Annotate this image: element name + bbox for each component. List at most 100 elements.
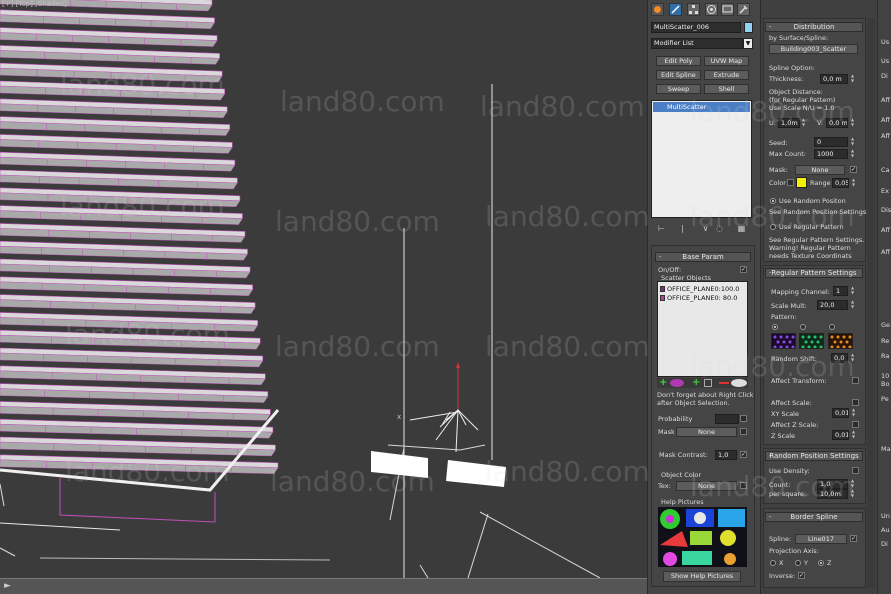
timeline-bar[interactable]: ►	[0, 578, 647, 594]
axis-x-radio[interactable]	[770, 560, 776, 566]
add-object-icon[interactable]: +	[659, 378, 668, 388]
xy-scale-field[interactable]: 0,01	[832, 408, 849, 418]
surface-button[interactable]: Building003_Scatter	[769, 44, 858, 54]
affect-z-scale-checkbox[interactable]	[852, 421, 859, 428]
list-icon[interactable]	[704, 379, 712, 387]
create-tab-icon[interactable]	[651, 3, 664, 16]
tex-checkbox[interactable]	[740, 482, 747, 489]
color-swatch[interactable]	[796, 177, 807, 188]
regular-pattern-header[interactable]: - Regular Pattern Settings	[765, 268, 863, 278]
play-arrow-icon[interactable]: ►	[4, 581, 11, 591]
seed-spinner[interactable]: ▲ ▼	[850, 136, 855, 147]
use-regular-pattern-radio[interactable]	[770, 224, 776, 230]
z-scale-spinner[interactable]: ▲ ▼	[851, 429, 856, 440]
count-field[interactable]: 1,0	[817, 479, 848, 489]
pin-stack-icon[interactable]: ⊢	[657, 224, 666, 233]
modifier-list-dropdown[interactable]: Modifier List	[651, 38, 743, 49]
u-spinner[interactable]: ▲ ▼	[801, 117, 806, 128]
use-density-checkbox[interactable]	[852, 467, 859, 474]
mask-button[interactable]: None	[676, 427, 737, 437]
utilities-tab-icon[interactable]	[737, 3, 750, 16]
pick-object-icon[interactable]	[670, 379, 684, 387]
panel-scrollbar[interactable]	[867, 18, 875, 588]
random-position-header[interactable]: - Random Position Settings	[765, 451, 863, 461]
list-item[interactable]: OFFICE_PLANE0: 80.0	[660, 294, 737, 302]
random-shift-field[interactable]: 0,0	[831, 353, 848, 363]
max-count-spinner[interactable]: ▲ ▼	[850, 148, 855, 159]
dropdown-arrow-icon[interactable]: ▼	[743, 38, 753, 49]
pattern-orange-swatch[interactable]	[828, 333, 853, 349]
display-tab-icon[interactable]	[721, 3, 734, 16]
hierarchy-tab-icon[interactable]	[687, 3, 700, 16]
thickness-spinner[interactable]: ▲ ▼	[850, 73, 855, 84]
remove-object-icon[interactable]	[719, 382, 729, 384]
affect-scale-checkbox[interactable]	[852, 399, 859, 406]
edit-spline-button[interactable]: Edit Spline	[656, 70, 701, 80]
show-object-icon[interactable]	[731, 379, 747, 387]
distribution-header[interactable]: - Distribution	[765, 22, 863, 32]
uvw-map-button[interactable]: UVW Map	[704, 56, 749, 66]
list-item[interactable]: OFFICE_PLANE0:100.0	[660, 285, 739, 293]
affect-transform-checkbox[interactable]	[852, 377, 859, 384]
edit-poly-button[interactable]: Edit Poly	[656, 56, 701, 66]
thickness-field[interactable]: 0,0 m	[820, 74, 848, 84]
pattern-green-swatch[interactable]	[799, 333, 824, 349]
pattern-purple-swatch[interactable]	[771, 333, 796, 349]
max-count-field[interactable]: 1000	[814, 149, 848, 159]
range-spinner[interactable]: ▲ ▼	[851, 177, 856, 188]
scatter-objects-list[interactable]: OFFICE_PLANE0:100.0 OFFICE_PLANE0: 80.0	[657, 281, 748, 377]
show-end-result-icon[interactable]: ∣	[678, 224, 687, 233]
scale-mult-field[interactable]: 20,0	[817, 300, 848, 310]
range-field[interactable]: 0,05	[832, 178, 849, 188]
probability-field[interactable]	[715, 414, 739, 424]
z-scale-field[interactable]: 0,01	[832, 430, 849, 440]
u-field[interactable]: 1,0m	[778, 118, 800, 128]
viewport-label[interactable]: [+] [Top] [Shaded]	[2, 0, 67, 8]
add-list-icon[interactable]: +	[692, 378, 701, 388]
show-help-pictures-button[interactable]: Show Help Pictures	[663, 571, 741, 582]
dist-mask-button[interactable]: None	[795, 165, 845, 175]
sweep-button[interactable]: Sweep	[656, 84, 701, 94]
configure-modifier-sets-icon[interactable]: ▦	[737, 224, 746, 233]
motion-tab-icon[interactable]	[705, 3, 718, 16]
border-spline-header[interactable]: - Border Spline	[765, 512, 863, 522]
axis-y-radio[interactable]	[795, 560, 801, 566]
extrude-button[interactable]: Extrude	[704, 70, 749, 80]
v-field[interactable]: 0,0 m	[826, 118, 848, 128]
mapping-channel-field[interactable]: 1	[833, 286, 848, 296]
remove-modifier-icon[interactable]: ◌	[715, 224, 724, 233]
modify-tab-icon[interactable]	[669, 3, 682, 16]
per-square-spinner[interactable]: ▲ ▼	[850, 488, 855, 499]
per-square-field[interactable]: 10,0m	[817, 489, 848, 499]
color-checkbox[interactable]	[787, 179, 794, 186]
spline-button[interactable]: Line017	[795, 534, 847, 544]
mapping-channel-spinner[interactable]: ▲ ▼	[850, 285, 855, 296]
pattern-1-radio[interactable]	[772, 324, 778, 330]
mask-checkbox[interactable]	[740, 428, 747, 435]
tex-button[interactable]: None	[676, 481, 737, 491]
base-param-header[interactable]: - Base Param	[655, 252, 751, 262]
mask-contrast-checkbox[interactable]: ✓	[740, 451, 747, 458]
onoff-checkbox[interactable]: ✓	[740, 266, 747, 273]
xy-scale-spinner[interactable]: ▲ ▼	[851, 407, 856, 418]
scale-mult-spinner[interactable]: ▲ ▼	[850, 299, 855, 310]
object-color-swatch[interactable]	[744, 22, 753, 33]
shell-button[interactable]: Shell	[704, 84, 749, 94]
use-random-position-radio[interactable]	[770, 198, 776, 204]
pattern-3-radio[interactable]	[829, 324, 835, 330]
random-shift-spinner[interactable]: ▲ ▼	[850, 352, 855, 363]
pattern-2-radio[interactable]	[800, 324, 806, 330]
probability-checkbox[interactable]	[740, 415, 747, 422]
viewport[interactable]: x [+] [Top] [Shaded]	[0, 0, 647, 578]
axis-z-radio[interactable]	[818, 560, 824, 566]
spline-checkbox[interactable]: ✓	[850, 535, 857, 542]
stack-item-multiscatter[interactable]: MultiScatter	[653, 102, 750, 112]
mask-contrast-field[interactable]: 1,0	[715, 450, 737, 460]
object-name-field[interactable]: MultiScatter_006	[651, 22, 741, 33]
v-spinner[interactable]: ▲ ▼	[850, 117, 855, 128]
make-unique-icon[interactable]: ∨	[701, 224, 710, 233]
seed-field[interactable]: 0	[814, 137, 848, 147]
modifier-stack[interactable]: MultiScatter	[651, 100, 752, 218]
inverse-checkbox[interactable]: ✓	[798, 572, 805, 579]
dist-mask-checkbox[interactable]: ✓	[850, 166, 857, 173]
